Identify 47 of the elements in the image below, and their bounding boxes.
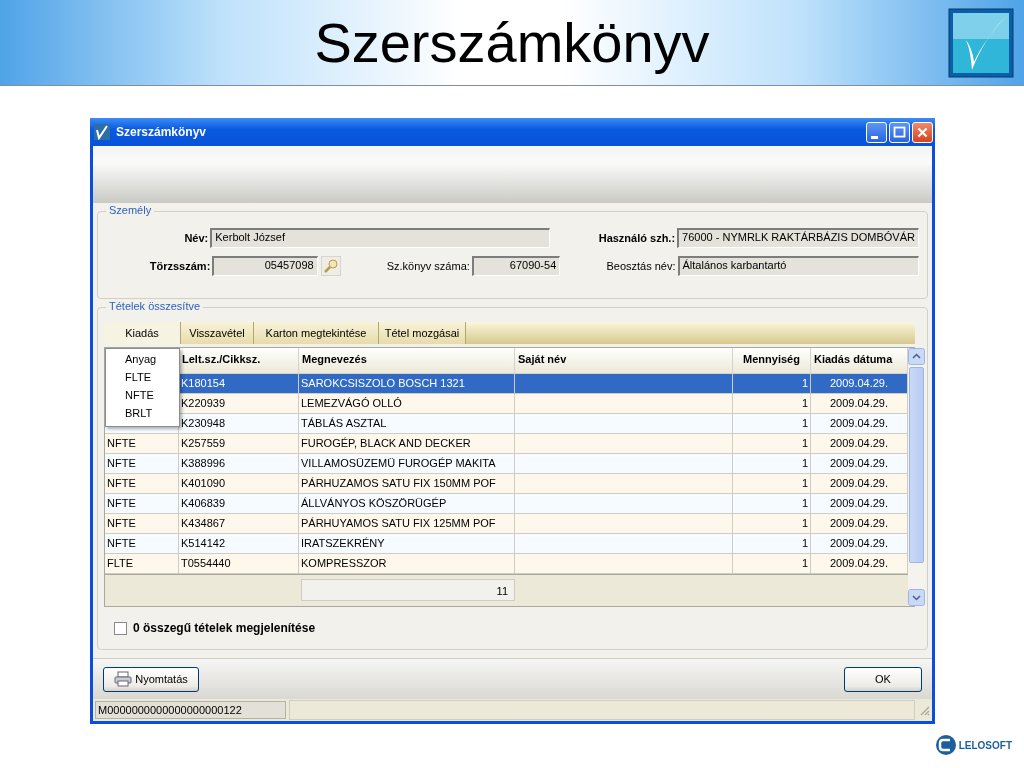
table-cell: 1 <box>733 394 811 413</box>
table-cell: NFTE <box>105 534 179 553</box>
table-cell: LEMEZVÁGÓ OLLÓ <box>299 394 515 413</box>
field-label: Beosztás név: <box>605 260 677 272</box>
table-cell: TÁBLÁS ASZTAL <box>299 414 515 433</box>
table-cell: 1 <box>733 414 811 433</box>
table-cell: SAROKCSISZOLO BOSCH 1321 <box>299 374 515 393</box>
table-cell: KOMPRESSZOR <box>299 554 515 573</box>
table-cell: 1 <box>733 474 811 493</box>
table-cell: VILLAMOSÜZEMÜ FUROGÉP MAKITA <box>299 454 515 473</box>
table-cell: 1 <box>733 454 811 473</box>
slide-title: Szerszámkönyv <box>314 10 710 75</box>
table-cell: T0554440 <box>179 554 299 573</box>
field-label: Név: <box>183 232 210 244</box>
window-title: Szerszámkönyv <box>116 125 208 139</box>
field-label: Törzsszám: <box>148 260 212 272</box>
table-cell: K514142 <box>179 534 299 553</box>
table-cell: NFTE <box>105 454 179 473</box>
table-cell: 1 <box>733 514 811 533</box>
table-cell: ÁLLVÁNYOS KÖSZÖRÜGÉP <box>299 494 515 513</box>
table-cell: K257559 <box>179 434 299 453</box>
group-legend: Tételek összesítve <box>106 300 204 312</box>
table-cell: K401090 <box>179 474 299 493</box>
table-cell: NFTE <box>105 494 179 513</box>
table-cell: NFTE <box>105 474 179 493</box>
table-cell: 1 <box>733 494 811 513</box>
table-cell: PÁRHUZAMOS SATU FIX 150MM POF <box>299 474 515 493</box>
table-cell: FUROGÉP, BLACK AND DECKER <box>299 434 515 453</box>
company-name: LELOSOFT <box>958 739 1012 751</box>
table-cell: NFTE <box>105 434 179 453</box>
table-cell: 1 <box>733 374 811 393</box>
field-label: Használó szh.: <box>597 232 677 244</box>
checkbox-label: 0 összegű tételek megjelenítése <box>133 621 316 635</box>
table-cell: K388996 <box>179 454 299 473</box>
table-cell: 1 <box>733 534 811 553</box>
table-cell: 1 <box>733 554 811 573</box>
field-label: Sz.könyv száma: <box>385 260 471 272</box>
table-cell: PÁRHUYAMOS SATU FIX 125MM POF <box>299 514 515 533</box>
table-cell: NFTE <box>105 514 179 533</box>
group-legend: Személy <box>106 204 155 216</box>
table-cell: IRATSZEKRÉNY <box>299 534 515 553</box>
total-cell: 11 <box>301 579 515 601</box>
table-cell: K434867 <box>179 514 299 533</box>
table-cell: K406839 <box>179 494 299 513</box>
table-cell: 1 <box>733 434 811 453</box>
table-cell: FLTE <box>105 554 179 573</box>
status-panel: M0000000000000000000122 <box>95 701 286 719</box>
